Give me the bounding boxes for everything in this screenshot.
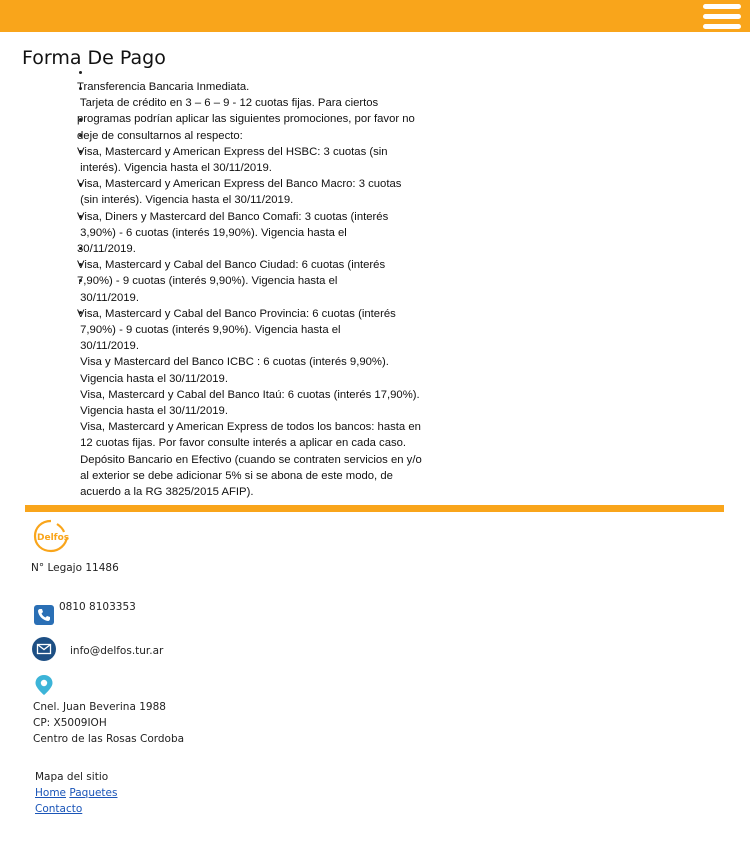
payment-text-line: Tarjeta de crédito en 3 – 6 – 9 - 12 cuo…: [77, 97, 379, 110]
payment-text-line: (sin interés). Vigencia hasta el 30/11/2…: [77, 194, 294, 207]
top-bar: [0, 0, 750, 32]
payment-text-line: Vigencia hasta el 30/11/2019.: [77, 405, 228, 418]
payment-text-line: programas podrían aplicar las siguientes…: [77, 113, 415, 126]
menu-line: [703, 4, 741, 9]
contacto-link[interactable]: Contacto: [35, 803, 82, 815]
paquetes-link[interactable]: Paquetes: [69, 787, 117, 799]
payment-text-line: Visa, Mastercard y American Express del …: [77, 178, 402, 191]
payment-text-line: interés). Vigencia hasta el 30/11/2019.: [77, 162, 272, 175]
email-address: info@delfos.tur.ar: [70, 645, 164, 657]
payment-text-line: deje de consultarnos al respecto:: [77, 129, 243, 142]
payment-text-line: Visa, Mastercard y American Express del …: [77, 145, 388, 158]
home-link[interactable]: Home: [35, 787, 66, 799]
address-city: Centro de las Rosas Cordoba: [33, 733, 185, 745]
payment-text-line: Depósito Bancario en Efectivo (cuando se…: [77, 453, 422, 466]
bullet-dot: [79, 71, 82, 74]
legajo-number: N° Legajo 11486: [31, 562, 119, 574]
payment-text-line: 3,90%) - 6 cuotas (interés 19,90%). Vige…: [77, 226, 347, 239]
payment-text-line: 12 cuotas fijas. Por favor consulte inte…: [77, 437, 407, 450]
hamburger-menu-icon[interactable]: [703, 3, 741, 29]
payment-text-line: al exterior se debe adicionar 5% si se a…: [77, 469, 393, 482]
phone-number: 0810 8103353: [59, 601, 136, 613]
location-pin-icon: [34, 674, 54, 696]
payment-text-line: Visa, Mastercard y Cabal del Banco Ciuda…: [77, 259, 386, 272]
orange-divider: [25, 505, 724, 512]
payment-text-line: 30/11/2019.: [77, 340, 139, 353]
address: Cnel. Juan Beverina 1988 CP: X5009IOH Ce…: [33, 699, 184, 747]
page-title: Forma De Pago: [22, 47, 166, 69]
menu-line: [703, 24, 741, 29]
payment-text-line: Visa, Mastercard y American Express de t…: [77, 421, 421, 434]
payment-text-line: 30/11/2019.: [77, 291, 139, 304]
payment-methods-text: Transferencia Bancaria Inmediata. Tarjet…: [77, 79, 422, 500]
payment-text-line: Visa, Diners y Mastercard del Banco Coma…: [77, 210, 389, 223]
payment-text-line: 30/11/2019.: [77, 243, 136, 256]
menu-line: [703, 14, 741, 19]
sitemap-title: Mapa del sitio: [35, 771, 109, 783]
payment-text-line: Visa, Mastercard y Cabal del Banco Itaú:…: [77, 388, 420, 401]
delfos-logo: Delfos: [33, 519, 69, 553]
payment-text-line: acuerdo a la RG 3825/2015 AFIP).: [77, 486, 254, 499]
payment-text-line: Vigencia hasta el 30/11/2019.: [77, 372, 228, 385]
payment-text-line: Transferencia Bancaria Inmediata.: [77, 81, 250, 93]
sitemap: Mapa del sitio Home Paquetes Contacto: [35, 769, 117, 817]
address-street: Cnel. Juan Beverina 1988: [33, 701, 166, 713]
payment-text-line: 7,90%) - 9 cuotas (interés 9,90%). Vigen…: [77, 275, 338, 288]
phone-icon: [34, 605, 54, 625]
payment-text-line: Visa, Mastercard y Cabal del Banco Provi…: [77, 307, 396, 320]
address-postal-code: CP: X5009IOH: [33, 717, 107, 729]
payment-text-line: 7,90%) - 9 cuotas (interés 9,90%). Vigen…: [77, 324, 341, 337]
logo-text: Delfos: [37, 533, 69, 543]
payment-text-line: Visa y Mastercard del Banco ICBC : 6 cuo…: [77, 356, 389, 369]
mail-icon: [32, 637, 56, 661]
